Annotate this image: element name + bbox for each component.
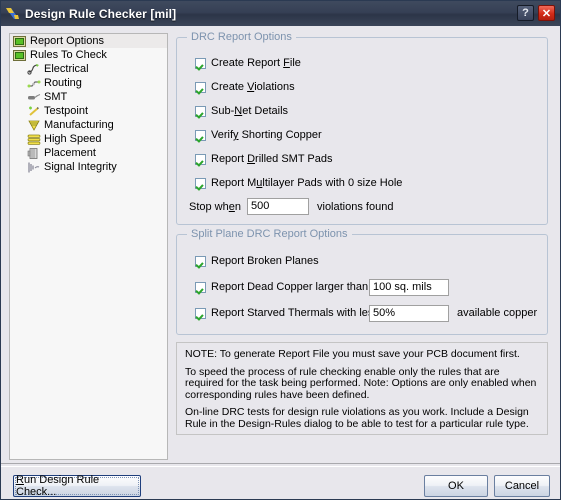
checkbox-report-drilled-smt-pads[interactable] xyxy=(195,153,206,165)
tree-item-label: Electrical xyxy=(44,62,89,75)
folder-green-icon xyxy=(13,49,27,62)
checkbox-verify-shorting-copper[interactable] xyxy=(195,129,206,141)
split-plane-label: Report Broken Planes xyxy=(211,255,319,267)
checkbox-report-dead-copper-larger-than[interactable] xyxy=(195,281,206,293)
drc-checkbox-list: Create Report File Create Violations Sub-N… xyxy=(195,51,541,195)
checkbox-label: Create Report File xyxy=(211,57,301,69)
note-line-1: NOTE: To generate Report File you must s… xyxy=(185,348,520,360)
tree-item-label: Report Options xyxy=(30,34,104,47)
title-bar: Design Rule Checker [mil] ? ✕ xyxy=(1,1,560,27)
placement-icon xyxy=(27,147,41,160)
checkbox-label: Verify Shorting Copper xyxy=(211,129,322,141)
tree-item-label: Rules To Check xyxy=(30,48,107,61)
tree-item-manufacturing[interactable]: Manufacturing xyxy=(10,118,167,132)
stop-when-row: Stop when 500 violations found xyxy=(189,198,393,215)
stop-when-input[interactable]: 500 xyxy=(247,198,309,215)
tree-item-label: Signal Integrity xyxy=(44,160,117,173)
tree-item-label: High Speed xyxy=(44,132,102,145)
testpoint-icon xyxy=(27,105,41,118)
checkbox-report-broken-planes[interactable] xyxy=(195,255,206,267)
help-button[interactable]: ? xyxy=(517,5,534,21)
high-speed-icon xyxy=(27,133,41,146)
checkbox-label: Report Multilayer Pads with 0 size Hole xyxy=(211,177,403,189)
drc-report-options-group: DRC Report Options Create Report File Cre… xyxy=(176,31,548,225)
checkbox-report-starved-thermals-with-less-than[interactable] xyxy=(195,307,206,319)
footer-button-bar: Run Design Rule Check... OK Cancel xyxy=(1,466,560,499)
split-plane-suffix: available copper xyxy=(457,307,538,319)
signal-integrity-icon xyxy=(27,161,41,174)
tree-item-label: Placement xyxy=(44,146,96,159)
electrical-icon xyxy=(27,63,41,76)
split-plane-legend: Split Plane DRC Report Options xyxy=(187,228,352,240)
tree-item-placement[interactable]: Placement xyxy=(10,146,167,160)
note-line-2: To speed the process of rule checking en… xyxy=(185,365,537,401)
tree-item-testpoint[interactable]: Testpoint xyxy=(10,104,167,118)
tree-item-high-speed[interactable]: High Speed xyxy=(10,132,167,146)
tree-item-report-options[interactable]: Report Options xyxy=(10,34,167,48)
checkbox-report-multilayer-pads-with-0-size-hole[interactable] xyxy=(195,177,206,189)
window-title: Design Rule Checker [mil] xyxy=(25,6,177,21)
split-plane-row[interactable]: Report Broken Planes xyxy=(195,248,541,274)
run-design-rule-check-button[interactable]: Run Design Rule Check... xyxy=(13,474,141,498)
drc-report-options-legend: DRC Report Options xyxy=(187,31,296,43)
design-rule-checker-dialog: Design Rule Checker [mil] ? ✕ Report Opt… xyxy=(0,0,561,500)
tree-item-smt[interactable]: SMT xyxy=(10,90,167,104)
tree-item-electrical[interactable]: Electrical xyxy=(10,62,167,76)
drc-checkbox-row[interactable]: Create Violations xyxy=(195,75,541,99)
note-box: NOTE: To generate Report File you must s… xyxy=(176,342,548,435)
split-plane-label: Report Dead Copper larger than xyxy=(211,281,369,293)
split-plane-row-list: Report Broken Planes Report Dead Copper l… xyxy=(195,248,541,326)
ok-button[interactable]: OK xyxy=(424,475,488,497)
checkbox-label: Create Violations xyxy=(211,81,295,93)
split-plane-row[interactable]: Report Starved Thermals with less than 50… xyxy=(195,300,541,326)
tree-item-label: SMT xyxy=(44,90,68,103)
checkbox-sub-net-details[interactable] xyxy=(195,105,206,117)
close-button[interactable]: ✕ xyxy=(538,5,555,21)
tree-item-signal-integrity[interactable]: Signal Integrity xyxy=(10,160,167,174)
altium-logo-icon xyxy=(5,6,21,21)
checkbox-create-report-file[interactable] xyxy=(195,57,206,69)
routing-icon xyxy=(27,77,41,90)
checkbox-label: Sub-Net Details xyxy=(211,105,289,117)
tree-item-rules-to-check[interactable]: Rules To Check xyxy=(10,48,167,62)
split-plane-value-input[interactable]: 50% xyxy=(369,304,449,322)
note-line-3: On-line DRC tests for design rule violat… xyxy=(185,406,529,430)
window-controls: ? ✕ xyxy=(517,5,555,21)
split-plane-row[interactable]: Report Dead Copper larger than 100 sq. mi… xyxy=(195,274,541,300)
manufacturing-icon xyxy=(27,119,41,132)
drc-checkbox-row[interactable]: Verify Shorting Copper xyxy=(195,123,541,147)
note-text: NOTE: To generate Report File you must s… xyxy=(185,348,539,430)
cancel-button[interactable]: Cancel xyxy=(494,475,550,497)
checkbox-create-violations[interactable] xyxy=(195,81,206,93)
tree-item-label: Routing xyxy=(44,76,82,89)
tree-item-routing[interactable]: Routing xyxy=(10,76,167,90)
checkbox-label: Report Drilled SMT Pads xyxy=(211,153,333,165)
split-plane-drc-options-group: Split Plane DRC Report Options Report Br… xyxy=(176,228,548,335)
drc-checkbox-row[interactable]: Sub-Net Details xyxy=(195,99,541,123)
tree-item-label: Manufacturing xyxy=(44,118,114,131)
dialog-body: Report Options Rules To Check Electrical Ro… xyxy=(1,26,560,499)
drc-checkbox-row[interactable]: Report Drilled SMT Pads xyxy=(195,147,541,171)
stop-when-suffix: violations found xyxy=(317,200,394,213)
stop-when-label: Stop when xyxy=(189,200,241,213)
smt-icon xyxy=(27,91,41,104)
options-pane: DRC Report Options Create Report File Cre… xyxy=(173,31,552,464)
folder-green-icon xyxy=(13,35,27,48)
split-plane-value-input[interactable]: 100 sq. mils xyxy=(369,278,449,296)
drc-checkbox-row[interactable]: Report Multilayer Pads with 0 size Hole xyxy=(195,171,541,195)
drc-checkbox-row[interactable]: Create Report File xyxy=(195,51,541,75)
tree-item-label: Testpoint xyxy=(44,104,89,117)
navigation-tree[interactable]: Report Options Rules To Check Electrical Ro… xyxy=(9,33,168,460)
